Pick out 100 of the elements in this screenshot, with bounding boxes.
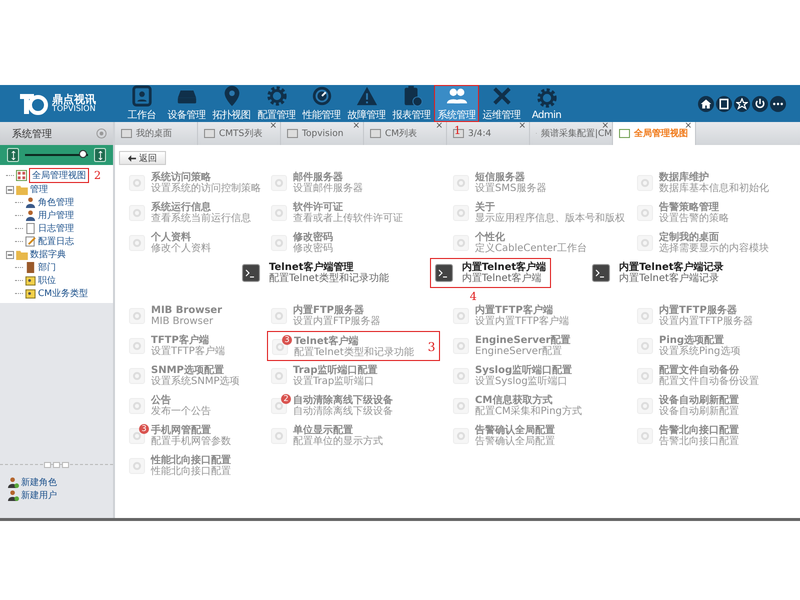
power-button[interactable]: [752, 96, 768, 112]
setting-icon: [637, 308, 653, 324]
terminal-icon: [242, 264, 260, 282]
item-title[interactable]: TFTP客户端: [151, 335, 209, 346]
nav-item[interactable]: 系统管理: [434, 85, 479, 122]
tree-item[interactable]: CM业务类型: [38, 287, 88, 300]
item-title[interactable]: 短信服务器: [475, 172, 525, 183]
tree-item[interactable]: 配置日志: [38, 235, 74, 248]
item-description: 配置CM采集和Ping方式: [475, 406, 582, 417]
item-description: 性能北向接口配置: [151, 466, 231, 477]
footer-link[interactable]: 新建角色: [21, 476, 57, 489]
arrows-icon: [98, 150, 102, 160]
toggle-icon[interactable]: [6, 250, 14, 258]
splitter-handle[interactable]: [44, 462, 69, 468]
item-title[interactable]: Syslog监听端口配置: [475, 365, 572, 376]
item-title[interactable]: 手机网管配置: [151, 425, 211, 436]
close-button[interactable]: ×: [269, 122, 277, 131]
item-title[interactable]: 单位显示配置: [293, 425, 353, 436]
item-description: 配置文件自动备份设置: [659, 376, 759, 387]
map-pin-icon: [224, 86, 239, 106]
back-button[interactable]: 返回: [119, 151, 166, 165]
item-title[interactable]: 个性化: [475, 232, 505, 243]
close-button[interactable]: ×: [352, 122, 360, 131]
close-button[interactable]: ×: [518, 122, 526, 131]
nav-item[interactable]: 故障管理: [344, 85, 389, 122]
item-title[interactable]: 内置TFTP服务器: [659, 305, 737, 316]
tree-item[interactable]: 角色管理: [38, 196, 74, 209]
setting-icon: [637, 235, 653, 251]
item-title[interactable]: 性能北向接口配置: [151, 455, 231, 466]
home-button[interactable]: [698, 96, 714, 112]
star-button[interactable]: [734, 96, 750, 112]
nav-item[interactable]: 配置管理: [254, 85, 299, 122]
item-title[interactable]: Trap监听端口配置: [293, 365, 378, 376]
setting-icon: [453, 338, 469, 354]
collapse-all-button[interactable]: [7, 148, 19, 162]
tree-item[interactable]: 数据字典: [30, 248, 66, 261]
book-button[interactable]: [716, 96, 732, 112]
item-title[interactable]: MIB Browser: [151, 305, 222, 316]
item-title[interactable]: 公告: [151, 395, 171, 406]
item-title[interactable]: 告警策略管理: [659, 202, 719, 213]
nav-item[interactable]: 报表管理: [389, 85, 434, 122]
item-title[interactable]: 设备自动刷新配置: [659, 395, 739, 406]
close-button[interactable]: ×: [601, 122, 609, 131]
item-title[interactable]: 内置FTP服务器: [293, 305, 364, 316]
tree-item[interactable]: 日志管理: [38, 222, 74, 235]
tab[interactable]: 全局管理视图 ×: [613, 122, 696, 145]
item-title[interactable]: 定制我的桌面: [659, 232, 719, 243]
item-title[interactable]: 邮件服务器: [293, 172, 343, 183]
item-title[interactable]: CM信息获取方式: [475, 395, 552, 406]
item-title[interactable]: 内置Telnet客户端记录: [619, 262, 724, 273]
setting-icon: [637, 428, 653, 444]
item-title[interactable]: Telnet客户端: [294, 336, 358, 347]
item-title[interactable]: EngineServer配置: [475, 335, 571, 346]
item-description: 设置邮件服务器: [293, 183, 363, 194]
item-title[interactable]: 系统访问策略: [151, 172, 211, 183]
item-title[interactable]: 内置Telnet客户端: [462, 262, 546, 273]
item-title[interactable]: SNMP选项配置: [151, 365, 224, 376]
tree-item[interactable]: 职位: [38, 274, 56, 287]
nav-item[interactable]: 性能管理: [299, 85, 344, 122]
item-title[interactable]: 告警北向接口配置: [659, 425, 739, 436]
item-title[interactable]: 系统运行信息: [151, 202, 211, 213]
item-title[interactable]: Ping选项配置: [659, 335, 724, 346]
item-title[interactable]: 个人资料: [151, 232, 191, 243]
toggle-icon[interactable]: [6, 186, 14, 194]
more-button[interactable]: [770, 96, 786, 112]
gear-icon: [266, 86, 286, 106]
setting-icon: [453, 428, 469, 444]
tree-item[interactable]: 用户管理: [38, 209, 74, 222]
setting-icon: [271, 235, 287, 251]
setting-icon: [637, 175, 653, 191]
user-icon: [25, 210, 36, 221]
item-description: 设置内置TFTP客户端: [475, 316, 569, 327]
item-title[interactable]: 内置TFTP客户端: [475, 305, 553, 316]
nav-item[interactable]: 工作台: [119, 85, 164, 122]
item-title[interactable]: 关于: [475, 202, 495, 213]
footer-link[interactable]: 新建用户: [21, 489, 57, 502]
id-badge-icon: [25, 288, 36, 299]
item-title[interactable]: 软件许可证: [293, 202, 343, 213]
item-description: 告警确认全局配置: [475, 436, 555, 447]
item-title[interactable]: 数据库维护: [659, 172, 709, 183]
arrow-left-icon: [128, 154, 136, 162]
item-title[interactable]: 配置文件自动备份: [659, 365, 739, 376]
item-title[interactable]: 自动清除离线下级设备: [293, 395, 393, 406]
power-icon: [754, 98, 766, 110]
item-title[interactable]: Telnet客户端管理: [269, 262, 354, 273]
tree-item[interactable]: 管理: [30, 183, 48, 196]
nav-item[interactable]: 运维管理: [479, 85, 524, 122]
item-description: 修改个人资料: [151, 243, 211, 254]
nav-item[interactable]: Admin: [524, 85, 569, 122]
id-badge-icon: [25, 275, 36, 286]
setting-icon: [453, 398, 469, 414]
tree-item[interactable]: 部门: [38, 261, 56, 274]
close-button[interactable]: ×: [435, 122, 443, 131]
tab-label: 频谱采集配置|CM: [540, 128, 612, 140]
item-description: 设置告警的策略: [659, 213, 729, 224]
item-title[interactable]: 告警确认全局配置: [475, 425, 555, 436]
item-title[interactable]: 修改密码: [293, 232, 333, 243]
nav-item[interactable]: 设备管理: [164, 85, 209, 122]
expand-all-button[interactable]: [94, 148, 106, 162]
nav-item[interactable]: 拓扑视图: [209, 85, 254, 122]
